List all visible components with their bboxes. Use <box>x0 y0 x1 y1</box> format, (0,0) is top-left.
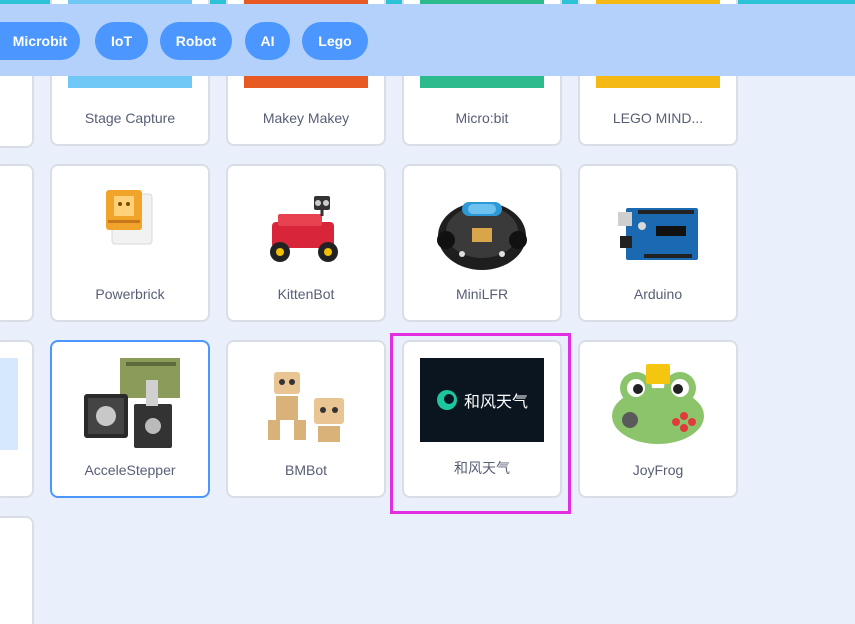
qweather-logo-icon <box>436 390 457 410</box>
extension-label: Makey Makey <box>262 110 350 126</box>
powerbrick-icon <box>106 190 153 245</box>
extension-card-arduino[interactable]: Arduino <box>578 164 738 322</box>
extension-card-partial[interactable] <box>0 516 34 624</box>
filter-ai[interactable]: AI <box>245 22 290 60</box>
card-thumbnail <box>0 358 18 450</box>
extension-label: BMBot <box>284 462 327 478</box>
extension-card-partial[interactable] <box>0 164 34 322</box>
extension-label: Stage Capture <box>84 110 176 126</box>
extension-label: JoyFrog <box>632 462 684 478</box>
extension-label: KittenBot <box>277 286 335 302</box>
extension-card-joyfrog[interactable]: JoyFrog <box>578 340 738 498</box>
extension-label: LEGO MIND... <box>612 110 704 126</box>
accelestepper-icon <box>84 358 180 448</box>
kittenbot-icon <box>270 196 338 262</box>
extension-card-qweather[interactable]: 和风天气 和风天气 <box>402 340 562 498</box>
filter-robot[interactable]: Robot <box>160 22 232 60</box>
extension-label: Arduino <box>633 286 683 302</box>
filter-lego[interactable]: Lego <box>302 22 368 60</box>
extension-filter-bar: Microbit IoT Robot AI Lego <box>0 4 855 76</box>
qweather-thumbnail: 和风天气 <box>420 358 544 442</box>
joyfrog-icon <box>612 364 704 444</box>
extension-card-minilfr[interactable]: MiniLFR <box>402 164 562 322</box>
extension-card-bmbot[interactable]: BMBot <box>226 340 386 498</box>
arduino-icon <box>618 208 698 260</box>
filter-microbit[interactable]: Microbit <box>0 22 80 60</box>
minilfr-icon <box>437 202 527 270</box>
extension-label: 和风天气 <box>454 460 510 476</box>
extension-label: Powerbrick <box>95 286 165 302</box>
filter-iot[interactable]: IoT <box>95 22 148 60</box>
extension-card-partial[interactable] <box>0 340 34 498</box>
extension-card-partial[interactable] <box>0 66 34 148</box>
extension-label: AcceleStepper <box>84 462 176 478</box>
extension-card-powerbrick[interactable]: Powerbrick <box>50 164 210 322</box>
qweather-logo-text: 和风天气 <box>463 392 528 411</box>
extension-label: Micro:bit <box>455 110 509 126</box>
extension-card-kittenbot[interactable]: KittenBot <box>226 164 386 322</box>
extension-label: MiniLFR <box>455 286 509 302</box>
bmbot-icon <box>268 372 344 442</box>
extension-card-accelestepper[interactable]: AcceleStepper <box>50 340 210 498</box>
